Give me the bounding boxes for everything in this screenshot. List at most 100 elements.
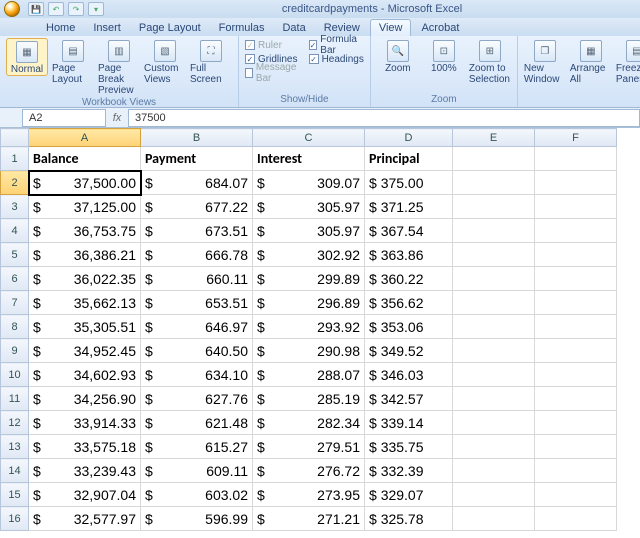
cell[interactable] [453,483,535,507]
cell[interactable] [453,339,535,363]
col-header-f[interactable]: F [535,129,617,147]
cell[interactable]: $309.07 [253,171,365,195]
cell[interactable] [535,339,617,363]
cell[interactable]: $673.51 [141,219,253,243]
tab-home[interactable]: Home [38,20,83,36]
cell[interactable]: $627.76 [141,387,253,411]
tab-data[interactable]: Data [274,20,313,36]
cell[interactable]: Balance [29,147,141,171]
cell[interactable] [453,147,535,171]
new-window-button[interactable]: ❐New Window [524,38,566,85]
cell[interactable]: $ 363.86 [365,243,453,267]
cell[interactable]: Interest [253,147,365,171]
cell[interactable]: $36,022.35 [29,267,141,291]
cell[interactable] [453,459,535,483]
formula-bar-checkbox[interactable]: ✓Formula Bar [309,38,364,52]
cell[interactable]: $653.51 [141,291,253,315]
select-all-corner[interactable] [1,129,29,147]
cell[interactable]: $660.11 [141,267,253,291]
row-header[interactable]: 8 [1,315,29,339]
cell[interactable] [535,363,617,387]
cell[interactable]: $646.97 [141,315,253,339]
cell[interactable]: $34,602.93 [29,363,141,387]
cell[interactable] [453,435,535,459]
cell[interactable] [453,507,535,531]
cell[interactable]: $ 329.07 [365,483,453,507]
cell[interactable] [535,435,617,459]
cell[interactable]: $293.92 [253,315,365,339]
worksheet[interactable]: A B C D E F 1 Balance Payment Interest P… [0,128,640,531]
cell[interactable]: $ 367.54 [365,219,453,243]
row-header[interactable]: 5 [1,243,29,267]
row-header[interactable]: 6 [1,267,29,291]
cell[interactable]: $34,952.45 [29,339,141,363]
tab-review[interactable]: Review [316,20,368,36]
cell[interactable]: $ 342.57 [365,387,453,411]
cell[interactable]: $36,386.21 [29,243,141,267]
cell[interactable]: $282.34 [253,411,365,435]
row-header[interactable]: 1 [1,147,29,171]
cell[interactable]: $34,256.90 [29,387,141,411]
cell[interactable]: $ 332.39 [365,459,453,483]
col-header-a[interactable]: A [29,129,141,147]
arrange-all-button[interactable]: ▦Arrange All [570,38,612,85]
row-header[interactable]: 3 [1,195,29,219]
cell[interactable]: $33,239.43 [29,459,141,483]
cell[interactable]: $ 353.06 [365,315,453,339]
row-header[interactable]: 14 [1,459,29,483]
col-header-b[interactable]: B [141,129,253,147]
cell[interactable]: $ 339.14 [365,411,453,435]
cell[interactable] [453,411,535,435]
cell[interactable]: $290.98 [253,339,365,363]
qat-more-icon[interactable]: ▾ [88,2,104,16]
cell[interactable]: $596.99 [141,507,253,531]
qat-redo-icon[interactable]: ↷ [68,2,84,16]
cell[interactable]: $35,662.13 [29,291,141,315]
office-button[interactable] [4,1,20,17]
cell[interactable]: $684.07 [141,171,253,195]
cell[interactable]: $ 356.62 [365,291,453,315]
name-box[interactable]: A2 [22,109,106,127]
cell[interactable]: $640.50 [141,339,253,363]
cell[interactable]: $609.11 [141,459,253,483]
cell[interactable] [453,171,535,195]
row-header[interactable]: 9 [1,339,29,363]
row-header[interactable]: 10 [1,363,29,387]
row-header[interactable]: 13 [1,435,29,459]
grid[interactable]: A B C D E F 1 Balance Payment Interest P… [0,128,617,531]
cell[interactable]: $35,305.51 [29,315,141,339]
cell[interactable] [453,387,535,411]
cell[interactable]: $603.02 [141,483,253,507]
page-layout-button[interactable]: ▤Page Layout [52,38,94,85]
cell[interactable] [453,243,535,267]
cell[interactable]: $ 325.78 [365,507,453,531]
col-header-d[interactable]: D [365,129,453,147]
cell[interactable] [453,267,535,291]
tab-view[interactable]: View [370,19,412,36]
cell[interactable]: $ 346.03 [365,363,453,387]
freeze-panes-button[interactable]: ▤Freeze Panes [616,38,640,85]
tab-page-layout[interactable]: Page Layout [131,20,209,36]
qat-undo-icon[interactable]: ↶ [48,2,64,16]
cell[interactable]: $634.10 [141,363,253,387]
cell[interactable]: Payment [141,147,253,171]
cell[interactable]: $ 371.25 [365,195,453,219]
cell[interactable]: $302.92 [253,243,365,267]
col-header-e[interactable]: E [453,129,535,147]
headings-checkbox[interactable]: ✓Headings [309,52,364,66]
row-header[interactable]: 4 [1,219,29,243]
qat-save-icon[interactable]: 💾 [28,2,44,16]
cell[interactable] [453,315,535,339]
zoom-selection-button[interactable]: ⊞Zoom to Selection [469,38,511,85]
cell[interactable]: $32,907.04 [29,483,141,507]
cell[interactable]: $271.21 [253,507,365,531]
cell[interactable]: $ 349.52 [365,339,453,363]
col-header-c[interactable]: C [253,129,365,147]
cell[interactable]: $299.89 [253,267,365,291]
cell[interactable]: $296.89 [253,291,365,315]
cell[interactable]: $276.72 [253,459,365,483]
row-header[interactable]: 7 [1,291,29,315]
cell[interactable] [535,195,617,219]
cell[interactable]: $32,577.97 [29,507,141,531]
formula-bar[interactable]: 37500 [128,109,640,127]
